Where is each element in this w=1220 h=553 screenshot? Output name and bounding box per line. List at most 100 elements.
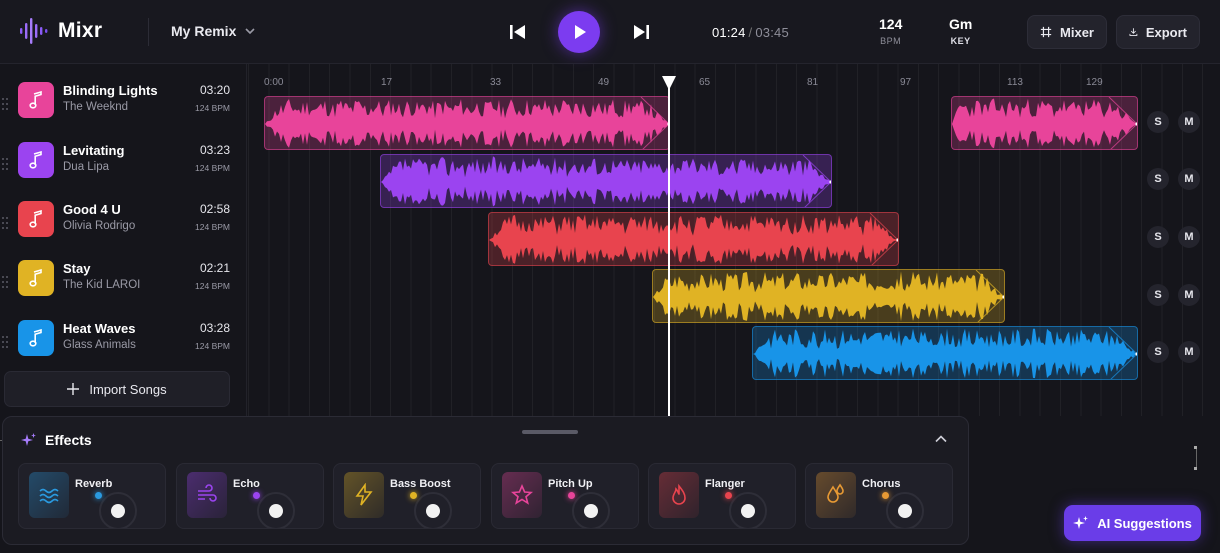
track-name: Good 4 U — [63, 202, 121, 217]
drag-grip-icon[interactable] — [2, 336, 8, 350]
export-label: Export — [1145, 24, 1187, 40]
waveform — [653, 270, 1004, 322]
ai-suggestions-label: AI Suggestions — [1097, 515, 1192, 531]
track-item[interactable]: Stay The Kid LAROI 02:21 124 BPM — [0, 256, 240, 312]
drag-grip-icon[interactable] — [2, 158, 8, 172]
key-value: Gm — [949, 16, 973, 32]
effect-card[interactable]: Pitch Up — [491, 463, 639, 529]
playhead-handle[interactable] — [662, 76, 676, 90]
panel-drag-handle[interactable] — [522, 430, 578, 434]
effect-card[interactable]: Echo — [176, 463, 324, 529]
effects-title: Effects — [45, 432, 92, 448]
drag-grip-icon[interactable] — [2, 276, 8, 290]
clip-heat-waves[interactable] — [752, 326, 1138, 380]
clip-blinding-lights-2[interactable] — [951, 96, 1138, 150]
skip-forward-icon — [634, 25, 649, 39]
ruler-tick-label: 17 — [381, 77, 393, 88]
time-separator: / — [748, 25, 753, 40]
collapse-panel-button[interactable] — [934, 432, 948, 451]
timeline[interactable]: 0:00 17 33 49 65 81 97 113 129 SMSMSMSMSM — [248, 64, 1220, 416]
music-note-icon — [29, 91, 42, 109]
solo-button[interactable]: S — [1147, 168, 1169, 190]
waveform-shape — [489, 214, 898, 265]
plus-icon — [67, 383, 80, 395]
next-button[interactable] — [628, 11, 654, 53]
track-duration: 03:23 — [199, 143, 230, 157]
waveform-logo-icon — [20, 18, 48, 44]
play-icon — [575, 25, 586, 39]
clip-levitating[interactable] — [380, 154, 832, 208]
effect-card[interactable]: Bass Boost — [333, 463, 481, 529]
waveform — [381, 155, 831, 207]
track-item[interactable]: Levitating Dua Lipa 03:23 124 BPM — [0, 138, 240, 194]
clip-stay[interactable] — [652, 269, 1005, 323]
effect-toggle[interactable] — [741, 504, 755, 518]
chevron-up-icon — [935, 435, 947, 443]
bpm-value: 124 — [879, 16, 903, 32]
effect-label: Pitch Up — [548, 478, 593, 490]
solo-button[interactable]: S — [1147, 226, 1169, 248]
solo-button[interactable]: S — [1147, 111, 1169, 133]
mute-button[interactable]: M — [1178, 111, 1200, 133]
effect-label: Flanger — [705, 478, 745, 490]
drops-icon — [827, 483, 844, 503]
waveform — [265, 97, 669, 149]
skip-back-icon — [510, 25, 525, 39]
effect-indicator-dot — [95, 492, 102, 499]
ruler-tick-label: 33 — [490, 77, 502, 88]
waveform-shape — [753, 328, 1137, 379]
project-selector[interactable]: My Remix — [171, 23, 256, 39]
key-display: Gm KEY — [949, 16, 972, 46]
ruler-tick-label: 0:00 — [264, 77, 284, 88]
effect-card[interactable]: Flanger — [648, 463, 796, 529]
mixer-button[interactable]: Mixer — [1027, 15, 1107, 49]
previous-button[interactable] — [505, 11, 531, 53]
waves-icon — [39, 488, 59, 504]
effect-indicator-dot — [725, 492, 732, 499]
track-item[interactable]: Good 4 U Olivia Rodrigo 02:58 124 BPM — [0, 197, 240, 253]
effect-icon-tile — [29, 472, 69, 518]
clip-blinding-lights[interactable] — [264, 96, 670, 150]
waveform-shape — [265, 99, 669, 148]
effect-toggle[interactable] — [426, 504, 440, 518]
solo-button[interactable]: S — [1147, 284, 1169, 306]
track-bpm: 124 BPM — [195, 341, 230, 351]
track-artwork — [18, 82, 54, 118]
mute-button[interactable]: M — [1178, 284, 1200, 306]
drag-grip-icon[interactable] — [2, 217, 8, 231]
effect-indicator-dot — [568, 492, 575, 499]
music-note-icon — [29, 269, 42, 287]
flame-icon — [672, 483, 686, 505]
effect-label: Chorus — [862, 478, 901, 490]
export-button[interactable]: Export — [1116, 15, 1200, 49]
effect-card[interactable]: Chorus — [805, 463, 953, 529]
drag-grip-icon[interactable] — [2, 98, 8, 112]
import-songs-button[interactable]: Import Songs — [4, 371, 230, 407]
effect-toggle[interactable] — [269, 504, 283, 518]
sparkles-icon — [21, 433, 36, 446]
track-duration: 02:58 — [199, 202, 230, 216]
effect-indicator-dot — [253, 492, 260, 499]
ruler-tick-label: 129 — [1086, 77, 1103, 88]
mute-button[interactable]: M — [1178, 341, 1200, 363]
bpm-label: BPM — [880, 36, 902, 46]
effect-toggle[interactable] — [898, 504, 912, 518]
waveform — [753, 327, 1137, 379]
effect-toggle[interactable] — [111, 504, 125, 518]
music-note-icon — [29, 151, 42, 169]
playhead-line[interactable] — [668, 76, 670, 416]
bpm-display: 124 BPM — [879, 16, 902, 46]
mute-button[interactable]: M — [1178, 226, 1200, 248]
track-item[interactable]: Blinding Lights The Weeknd 03:20 124 BPM — [0, 78, 240, 134]
bolt-icon — [355, 483, 373, 506]
play-button[interactable] — [558, 11, 600, 53]
effect-card[interactable]: Reverb — [18, 463, 166, 529]
ai-suggestions-button[interactable]: AI Suggestions — [1064, 505, 1201, 541]
effect-toggle[interactable] — [584, 504, 598, 518]
track-item[interactable]: Heat Waves Glass Animals 03:28 124 BPM — [0, 316, 240, 372]
solo-button[interactable]: S — [1147, 341, 1169, 363]
mute-button[interactable]: M — [1178, 168, 1200, 190]
track-artwork — [18, 142, 54, 178]
clip-good-4-u[interactable] — [488, 212, 899, 266]
edge-dot — [1194, 467, 1197, 470]
